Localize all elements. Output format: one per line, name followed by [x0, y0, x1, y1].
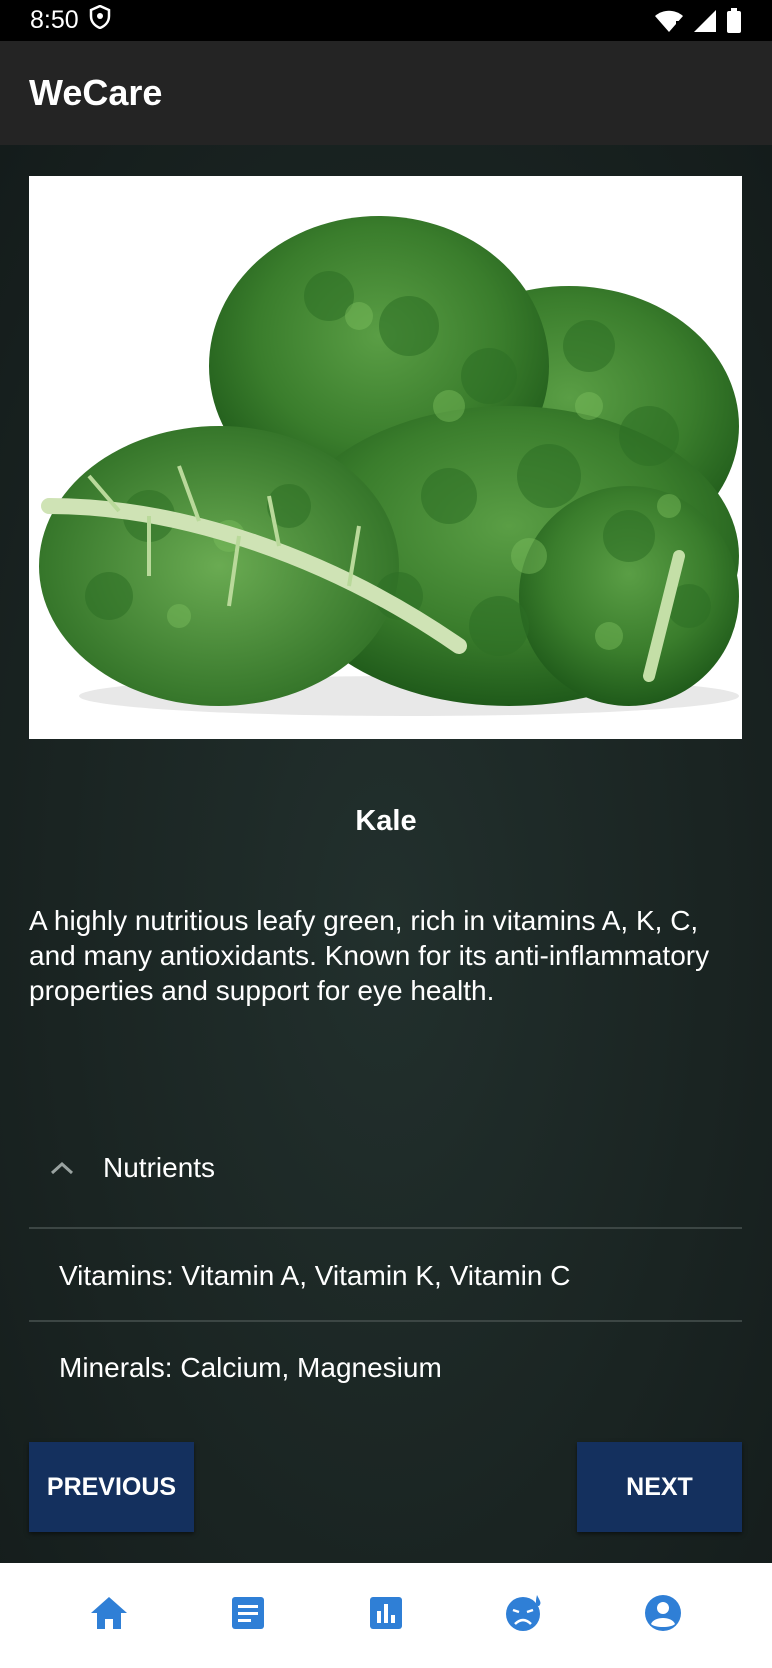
app-title: WeCare [29, 72, 163, 113]
food-image [29, 176, 742, 739]
nav-profile[interactable] [633, 1586, 693, 1646]
bottom-navigation [0, 1563, 772, 1668]
nav-stats[interactable] [356, 1586, 416, 1646]
divider [29, 1227, 742, 1229]
divider [29, 1320, 742, 1322]
status-time: 8:50 [30, 6, 79, 34]
status-bar: 8:50 [0, 0, 772, 41]
signal-icon [692, 9, 718, 40]
nutrient-item-minerals: Minerals: Calcium, Magnesium [59, 1352, 442, 1383]
battery-icon [726, 8, 742, 41]
nav-symptoms[interactable] [494, 1586, 554, 1646]
food-detail: Kale A highly nutritious leafy green, ri… [0, 145, 772, 1563]
nav-home[interactable] [79, 1586, 139, 1646]
chevron-up-icon [49, 1160, 95, 1176]
bar-chart-icon [368, 1595, 404, 1636]
article-icon [230, 1595, 266, 1636]
nutrients-title: Nutrients [103, 1152, 216, 1183]
previous-button[interactable]: PREVIOUS [29, 1442, 194, 1532]
account-icon [644, 1594, 682, 1637]
food-description: A highly nutritious leafy green, rich in… [29, 905, 710, 1006]
nav-articles[interactable] [218, 1586, 278, 1646]
app-bar: WeCare [0, 41, 772, 145]
next-button[interactable]: NEXT [577, 1442, 742, 1532]
wifi-icon [654, 9, 684, 40]
home-icon [89, 1595, 129, 1636]
shield-icon [89, 4, 111, 36]
nutrient-item-vitamins: Vitamins: Vitamin A, Vitamin K, Vitamin … [59, 1260, 571, 1291]
food-name: Kale [355, 805, 417, 837]
nutrients-accordion-header[interactable]: Nutrients [29, 1128, 742, 1208]
sick-face-icon [504, 1593, 544, 1638]
